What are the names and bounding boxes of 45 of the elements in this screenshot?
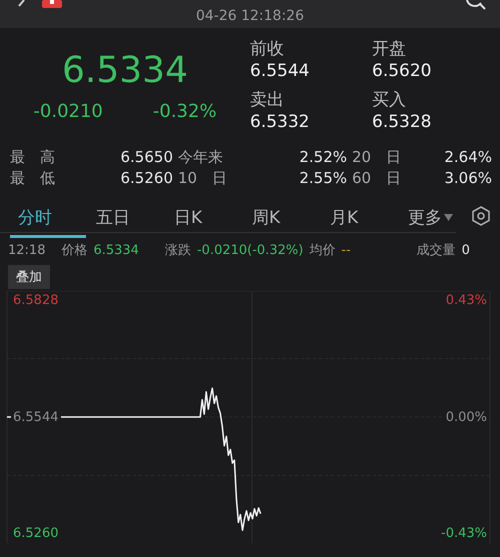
volume-value: 0 <box>462 242 470 258</box>
percent-change: -0.32% <box>152 101 217 122</box>
search-icon[interactable] <box>464 0 486 10</box>
field-label: 买入 <box>372 89 407 111</box>
chart-tab[interactable]: 五日 <box>88 202 164 238</box>
time-label: 12:18 <box>8 242 46 258</box>
change-value: -0.0210(-0.32%) <box>196 242 304 258</box>
price-label: 价格 <box>61 242 88 259</box>
stat-label: 60 日 <box>352 169 402 188</box>
price-change: -0.0210 <box>33 101 103 122</box>
percent-axis-label: 0.00% <box>444 410 489 424</box>
stat-label: 最 高 <box>10 148 56 167</box>
chart-tab[interactable]: 月K <box>322 202 398 238</box>
stat-value: 2.64% <box>444 148 492 167</box>
field-value: 6.5544 <box>250 60 310 82</box>
current-price: 6.5334 <box>62 50 188 91</box>
stat-value: 6.5650 <box>120 148 173 167</box>
field-value: 6.5328 <box>372 111 432 133</box>
volume-label: 成交量 <box>416 242 456 259</box>
chart-tab[interactable]: 周K <box>244 202 320 238</box>
stat-label: 20 日 <box>352 148 402 167</box>
price-axis-label: 6.5544 <box>11 410 60 424</box>
average-value: -- <box>341 242 351 258</box>
stat-label: 10 日 <box>178 169 228 188</box>
overlay-button[interactable]: 叠加 <box>8 265 50 289</box>
stat-value: 2.55% <box>299 169 347 188</box>
stat-value: 2.52% <box>299 148 347 167</box>
settings-icon[interactable] <box>472 206 490 226</box>
stat-label: 今年来 <box>178 148 224 167</box>
price-value: 6.5334 <box>93 242 139 258</box>
chart-tab[interactable]: 分时 <box>10 202 86 238</box>
field-label: 开盘 <box>372 38 407 60</box>
field-value: 6.5620 <box>372 60 432 82</box>
datetime: 04-26 12:18:26 <box>196 8 304 24</box>
field-value: 6.5332 <box>250 111 310 133</box>
stat-label: 最 低 <box>10 169 56 188</box>
app-icon <box>42 0 62 8</box>
change-label: 涨跌 <box>164 242 191 259</box>
stat-value: 6.5260 <box>120 169 173 188</box>
stat-value: 3.06% <box>444 169 492 188</box>
field-label: 前收 <box>250 38 285 60</box>
chart-tab[interactable]: 更多 <box>400 202 476 238</box>
chart-tab[interactable]: 日K <box>166 202 242 238</box>
average-label: 均价 <box>309 242 336 259</box>
field-label: 卖出 <box>250 89 285 111</box>
